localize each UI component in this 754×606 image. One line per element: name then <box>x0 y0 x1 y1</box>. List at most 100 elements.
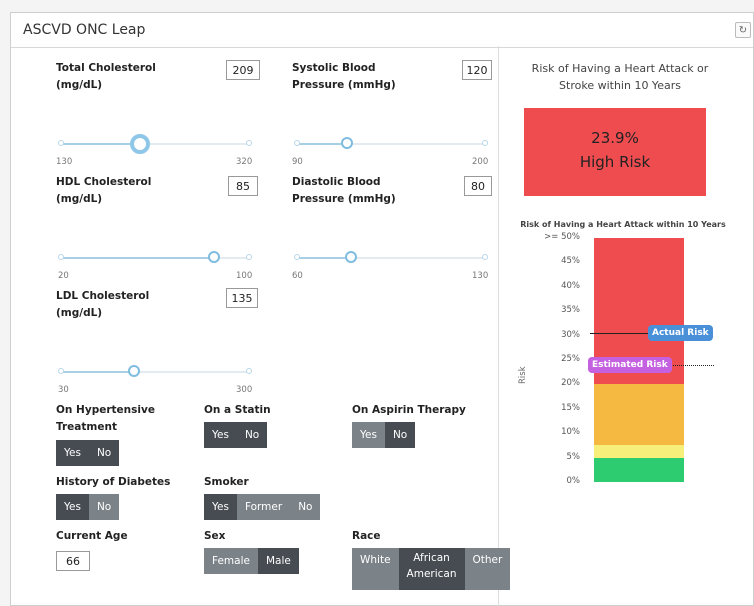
diastolic-label: Diastolic Blood Pressure (mmHg) <box>292 174 396 208</box>
diabetes-yes-button[interactable]: Yes <box>56 494 89 520</box>
aspirin-label: On Aspirin Therapy <box>352 404 466 416</box>
hypertensive-toggle: Yes No <box>56 440 120 466</box>
ldl-max: 300 <box>236 385 253 395</box>
hypertensive-no-button[interactable]: No <box>88 440 120 466</box>
risk-band-0 <box>594 457 684 482</box>
hdl-label: HDL Cholesterol (mg/dL) <box>56 174 151 208</box>
y-tick-label: 5% <box>566 451 581 462</box>
risk-band-2 <box>594 384 684 446</box>
results-title-line1: Risk of Having a Heart Attack or <box>531 62 709 75</box>
input-panel: Total Cholesterol (mg/dL) 209 130 320 Sy… <box>26 46 511 606</box>
smoker-label: Smoker <box>204 476 249 488</box>
age-label: Current Age <box>56 530 128 542</box>
app-title: ASCVD ONC Leap <box>23 22 146 38</box>
race-african-line2: American <box>406 568 457 580</box>
systolic-label-line2: Pressure (mmHg) <box>292 79 396 91</box>
total-chol-min: 130 <box>56 157 73 167</box>
aspirin-no-button[interactable]: No <box>384 422 416 448</box>
risk-label: High Risk <box>579 153 651 171</box>
systolic-label: Systolic Blood Pressure (mmHg) <box>292 60 396 94</box>
smoker-former-button[interactable]: Former <box>236 494 291 520</box>
y-tick-label: 20% <box>561 378 580 389</box>
total-chol-slider-handle[interactable] <box>129 134 150 154</box>
y-tick-label: 35% <box>561 305 580 316</box>
systolic-min: 90 <box>292 157 303 167</box>
diastolic-min: 60 <box>292 271 303 281</box>
hdl-slider-handle[interactable] <box>207 251 220 263</box>
statin-label: On a Statin <box>204 404 271 416</box>
hypertensive-label-line2: Treatment <box>56 421 117 433</box>
smoker-yes-button[interactable]: Yes <box>204 494 237 520</box>
hdl-min: 20 <box>58 271 69 281</box>
systolic-slider-handle[interactable] <box>341 137 354 149</box>
risk-band-1 <box>594 445 684 458</box>
diastolic-label-line2: Pressure (mmHg) <box>292 193 396 205</box>
race-african-american-button[interactable]: African American <box>398 548 465 590</box>
ldl-slider-handle[interactable] <box>128 365 141 377</box>
total-chol-input[interactable]: 209 <box>226 60 260 80</box>
statin-yes-button[interactable]: Yes <box>204 422 237 448</box>
sex-female-button[interactable]: Female <box>204 548 258 574</box>
chart-y-label: Risk <box>518 366 528 384</box>
diabetes-label: History of Diabetes <box>56 476 171 488</box>
ldl-min: 30 <box>58 385 69 395</box>
y-tick-label: >= 50% <box>544 232 580 242</box>
systolic-input[interactable]: 120 <box>462 60 492 80</box>
risk-percent: 23.9% <box>591 129 639 147</box>
ldl-label-line1: LDL Cholesterol <box>56 290 150 302</box>
ldl-label: LDL Cholesterol (mg/dL) <box>56 288 149 322</box>
y-tick-label: 15% <box>561 402 580 413</box>
y-tick-label: 40% <box>561 280 580 291</box>
results-panel: Risk of Having a Heart Attack or Stroke … <box>498 34 744 594</box>
results-title-line2: Stroke within 10 Years <box>559 79 681 92</box>
ldl-label-line2: (mg/dL) <box>56 307 103 319</box>
hdl-label-line2: (mg/dL) <box>56 193 103 205</box>
age-input[interactable]: 66 <box>56 551 90 571</box>
diastolic-input[interactable]: 80 <box>464 176 492 196</box>
sex-male-button[interactable]: Male <box>257 548 299 574</box>
y-tick-label: 25% <box>561 354 580 364</box>
sex-label: Sex <box>204 530 226 542</box>
sex-toggle: Female Male <box>204 548 299 574</box>
systolic-label-line1: Systolic Blood <box>292 62 376 74</box>
diabetes-no-button[interactable]: No <box>88 494 120 520</box>
hdl-max: 100 <box>236 271 253 281</box>
hypertensive-label-line1: On Hypertensive <box>56 404 155 416</box>
y-tick-label: 30% <box>561 329 580 340</box>
systolic-slider[interactable] <box>294 134 488 154</box>
hdl-slider[interactable] <box>58 248 252 268</box>
smoker-toggle: Yes Former No <box>204 494 321 520</box>
total-chol-max: 320 <box>236 157 253 167</box>
hypertensive-yes-button[interactable]: Yes <box>56 440 89 466</box>
total-chol-label-line1: Total Cholesterol <box>56 62 156 74</box>
results-title: Risk of Having a Heart Attack or Stroke … <box>498 60 742 94</box>
y-tick-label: 10% <box>561 427 580 438</box>
aspirin-yes-button[interactable]: Yes <box>352 422 385 448</box>
total-chol-label: Total Cholesterol (mg/dL) <box>56 60 156 94</box>
chart-title: Risk of Having a Heart Attack within 10 … <box>520 220 726 229</box>
ldl-slider[interactable] <box>58 362 252 382</box>
statin-no-button[interactable]: No <box>236 422 268 448</box>
smoker-no-button[interactable]: No <box>290 494 321 520</box>
total-chol-label-line2: (mg/dL) <box>56 79 103 91</box>
y-tick-label: 0% <box>566 476 581 486</box>
marker-label-estimated-risk: Estimated Risk <box>588 357 672 374</box>
marker-label-actual-risk: Actual Risk <box>648 325 713 342</box>
ldl-input[interactable]: 135 <box>226 288 258 308</box>
total-chol-slider[interactable] <box>58 134 252 154</box>
systolic-max: 200 <box>472 157 489 167</box>
aspirin-toggle: Yes No <box>352 422 416 448</box>
hdl-label-line1: HDL Cholesterol <box>56 176 152 188</box>
race-toggle: White African American Other <box>352 548 511 590</box>
hdl-input[interactable]: 85 <box>228 176 258 196</box>
race-label: Race <box>352 530 381 542</box>
diastolic-slider[interactable] <box>294 248 488 268</box>
diabetes-toggle: Yes No <box>56 494 120 520</box>
risk-summary-box: 23.9% High Risk <box>524 108 706 196</box>
race-african-line1: African <box>413 552 450 564</box>
race-white-button[interactable]: White <box>352 548 399 590</box>
diastolic-slider-handle[interactable] <box>345 251 358 263</box>
diastolic-label-line1: Diastolic Blood <box>292 176 381 188</box>
statin-toggle: Yes No <box>204 422 268 448</box>
y-tick-label: 45% <box>561 256 580 267</box>
